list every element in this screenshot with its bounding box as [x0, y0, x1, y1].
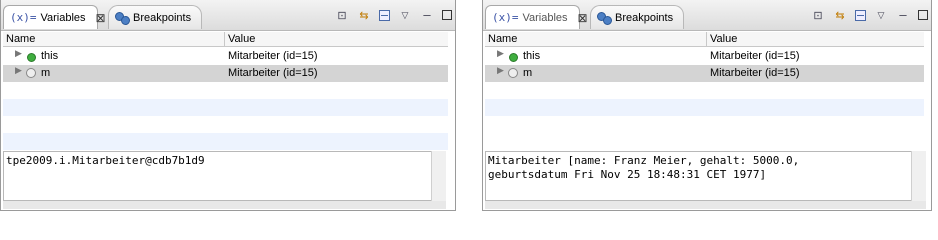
column-value[interactable]: Value	[225, 32, 255, 46]
column-value[interactable]: Value	[707, 32, 737, 46]
empty-row	[3, 99, 448, 116]
expand-triangle-icon[interactable]: ▶	[497, 48, 504, 59]
tab-variables-label: Variables	[40, 11, 86, 24]
tab-variables[interactable]: (x)= Variables ⊠	[485, 5, 588, 29]
tab-breakpoints-label: Breakpoints	[615, 11, 674, 24]
variables-view-right: (x)= Variables ⊠ Breakpoints ⊡ ⇆ ▽ – Nam…	[482, 0, 932, 211]
maximize-icon[interactable]	[442, 10, 452, 20]
empty-row	[3, 82, 448, 99]
column-name[interactable]: Name	[485, 32, 517, 46]
variable-value: Mitarbeiter (id=15)	[710, 50, 800, 62]
show-type-names-icon[interactable]: ⊡	[335, 8, 349, 22]
detail-horizontal-scrollbar[interactable]	[485, 201, 926, 209]
column-header: Name Value	[485, 32, 924, 47]
tab-breakpoints[interactable]: Breakpoints	[590, 5, 684, 29]
breakpoints-icon	[115, 11, 130, 25]
variables-tree: ▶ this Mitarbeiter (id=15) ▶ m Mitarbeit…	[485, 48, 924, 133]
variable-value: Mitarbeiter (id=15)	[228, 67, 318, 79]
column-header: Name Value	[3, 32, 448, 47]
field-icon	[26, 68, 36, 78]
view-menu-icon[interactable]: ▽	[874, 8, 888, 22]
green-dot-icon	[27, 53, 36, 62]
tab-variables-label: Variables	[522, 11, 568, 24]
variable-value: Mitarbeiter (id=15)	[710, 67, 800, 79]
empty-row	[485, 82, 924, 99]
view-menu-icon[interactable]: ▽	[398, 8, 412, 22]
empty-row	[485, 99, 924, 116]
detail-pane[interactable]: tpe2009.i.Mitarbeiter@cdb7b1d9	[3, 151, 432, 201]
tree-row[interactable]: ▶ this Mitarbeiter (id=15)	[3, 48, 448, 65]
variable-name: this	[523, 50, 541, 62]
tab-variables[interactable]: (x)= Variables ⊠	[3, 5, 106, 29]
detail-vertical-scrollbar[interactable]	[431, 151, 446, 201]
tree-row[interactable]: ▶ m Mitarbeiter (id=15)	[3, 65, 448, 82]
collapse-all-icon[interactable]	[379, 9, 390, 21]
minimize-icon[interactable]: –	[420, 8, 434, 22]
variable-name: m	[41, 67, 51, 79]
variable-name: m	[523, 67, 533, 79]
column-name[interactable]: Name	[3, 32, 35, 46]
tab-breakpoints-label: Breakpoints	[133, 11, 192, 24]
variable-value: Mitarbeiter (id=15)	[228, 50, 318, 62]
field-icon	[508, 68, 518, 78]
breakpoints-icon	[597, 11, 612, 25]
collapse-all-icon[interactable]	[855, 9, 866, 21]
maximize-icon[interactable]	[918, 10, 928, 20]
expand-triangle-icon[interactable]: ▶	[15, 65, 22, 76]
empty-row	[3, 133, 448, 150]
show-logical-structure-icon[interactable]: ⇆	[357, 8, 371, 22]
view-toolbar: ⊡ ⇆ ▽ –	[335, 8, 452, 22]
tree-row[interactable]: ▶ this Mitarbeiter (id=15)	[485, 48, 924, 65]
expand-triangle-icon[interactable]: ▶	[15, 48, 22, 59]
variable-name: this	[41, 50, 59, 62]
show-logical-structure-icon[interactable]: ⇆	[833, 8, 847, 22]
empty-row	[485, 116, 924, 133]
view-toolbar: ⊡ ⇆ ▽ –	[811, 8, 928, 22]
variables-icon: (x)=	[492, 11, 519, 24]
detail-vertical-scrollbar[interactable]	[911, 151, 926, 201]
minimize-icon[interactable]: –	[896, 8, 910, 22]
close-icon[interactable]: ⊠	[96, 11, 106, 25]
tab-bar: (x)= Variables ⊠ Breakpoints ⊡ ⇆ ▽ –	[482, 0, 932, 31]
variables-icon: (x)=	[10, 11, 37, 24]
green-dot-icon	[509, 53, 518, 62]
variables-view-left: (x)= Variables ⊠ Breakpoints ⊡ ⇆ ▽ – Nam…	[0, 0, 456, 211]
close-icon[interactable]: ⊠	[578, 11, 588, 25]
tab-breakpoints[interactable]: Breakpoints	[108, 5, 202, 29]
empty-row	[3, 116, 448, 133]
detail-horizontal-scrollbar[interactable]	[3, 201, 446, 209]
show-type-names-icon[interactable]: ⊡	[811, 8, 825, 22]
detail-pane[interactable]: Mitarbeiter [name: Franz Meier, gehalt: …	[485, 151, 912, 201]
variables-tree: ▶ this Mitarbeiter (id=15) ▶ m Mitarbeit…	[3, 48, 448, 150]
expand-triangle-icon[interactable]: ▶	[497, 65, 504, 76]
tab-bar: (x)= Variables ⊠ Breakpoints ⊡ ⇆ ▽ –	[0, 0, 456, 31]
tree-row[interactable]: ▶ m Mitarbeiter (id=15)	[485, 65, 924, 82]
